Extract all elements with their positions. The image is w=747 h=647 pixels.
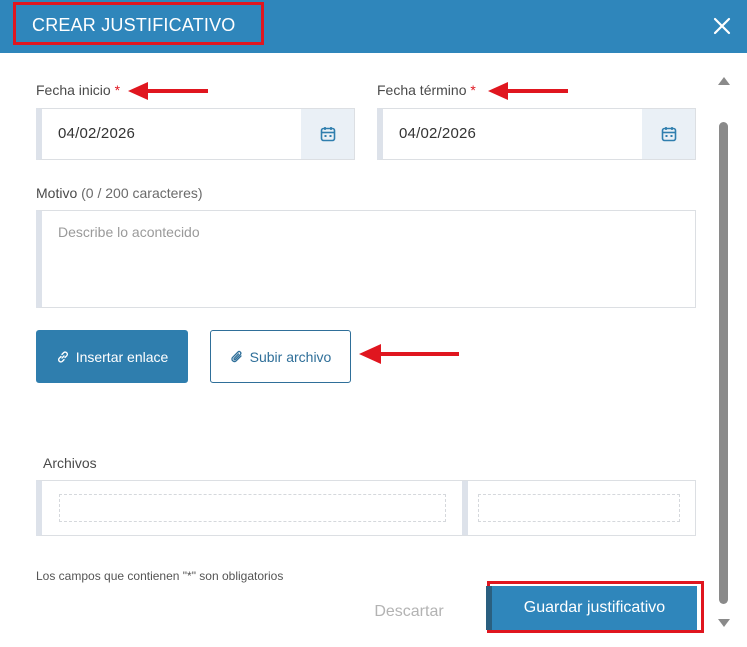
motivo-textarea[interactable]: Describe lo acontecido <box>36 210 696 308</box>
insert-link-button[interactable]: Insertar enlace <box>36 330 188 383</box>
scroll-down-arrow-icon[interactable] <box>717 617 731 629</box>
file-slot[interactable] <box>59 494 446 522</box>
close-icon[interactable] <box>712 16 732 36</box>
scrollbar-thumb[interactable] <box>719 122 728 604</box>
motivo-label: Motivo (0 / 200 caracteres) <box>36 185 203 201</box>
required-fields-note: Los campos que contienen "*" son obligat… <box>36 569 284 583</box>
motivo-placeholder: Describe lo acontecido <box>58 224 200 240</box>
fecha-inicio-label-text: Fecha inicio <box>36 82 111 98</box>
link-icon <box>57 350 68 363</box>
upload-file-label: Subir archivo <box>249 348 332 365</box>
paperclip-icon <box>231 350 242 362</box>
calendar-icon[interactable] <box>320 126 336 142</box>
fecha-inicio-value[interactable]: 04/02/2026 <box>58 125 135 142</box>
calendar-icon[interactable] <box>661 126 677 142</box>
discard-button[interactable]: Descartar <box>360 597 458 627</box>
required-mark: * <box>114 82 121 98</box>
fecha-termino-calendar-button[interactable] <box>642 109 695 159</box>
fecha-inicio-field[interactable]: 04/02/2026 <box>36 108 355 160</box>
fecha-termino-label-text: Fecha término <box>377 82 467 98</box>
archivos-label: Archivos <box>43 455 97 471</box>
scroll-up-arrow-icon[interactable] <box>717 75 731 87</box>
fecha-inicio-label: Fecha inicio * <box>36 82 120 98</box>
required-mark: * <box>470 82 476 98</box>
motivo-char-counter: (0 / 200 caracteres) <box>81 185 203 201</box>
fecha-termino-value[interactable]: 04/02/2026 <box>399 125 476 142</box>
insert-link-label: Insertar enlace <box>75 348 169 365</box>
upload-file-button[interactable]: Subir archivo <box>210 330 351 383</box>
fecha-termino-field[interactable]: 04/02/2026 <box>377 108 696 160</box>
fecha-inicio-calendar-button[interactable] <box>301 109 354 159</box>
modal-header: CREAR JUSTIFICATIVO <box>0 0 747 53</box>
files-divider <box>462 481 468 535</box>
fecha-termino-label: Fecha término * <box>377 82 476 98</box>
modal-title: CREAR JUSTIFICATIVO <box>32 15 236 35</box>
annotation-arrow <box>488 82 568 100</box>
files-list <box>36 480 696 536</box>
annotation-arrow <box>359 344 459 364</box>
motivo-label-text: Motivo <box>36 185 78 201</box>
file-slot[interactable] <box>478 494 680 522</box>
annotation-arrow <box>128 82 208 100</box>
save-button[interactable]: Guardar justificativo <box>492 586 697 630</box>
